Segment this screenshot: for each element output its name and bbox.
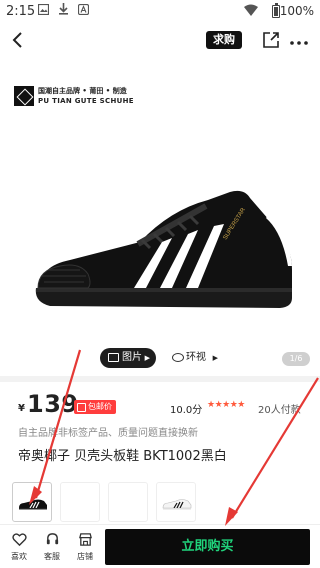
variant-thumb-black[interactable]: [12, 482, 52, 522]
headset-icon: [46, 533, 59, 545]
brand-mark-icon: [14, 86, 34, 106]
rating-score: 10.0分: [170, 405, 203, 416]
product-price: 139: [27, 390, 79, 418]
battery-level: 100%: [279, 4, 314, 18]
currency-symbol: ¥: [18, 403, 25, 414]
more-icon[interactable]: [290, 38, 308, 45]
status-time: 2:15: [6, 4, 36, 19]
buy-now-button[interactable]: 立即购买: [105, 529, 310, 565]
tab-360-view[interactable]: 环视 ▶: [168, 348, 224, 368]
customer-service-button[interactable]: 客服: [39, 529, 65, 565]
rotate-360-icon: [172, 353, 184, 362]
variant-thumb-3[interactable]: [108, 482, 148, 522]
variant-thumb-2[interactable]: [60, 482, 100, 522]
image-counter: 1/6: [282, 352, 310, 366]
download-icon: [58, 3, 69, 19]
price-row: ¥ 139 包邮价 10.0分 ★★★★★ 20人付款: [0, 388, 320, 422]
picture-icon: [108, 353, 119, 362]
rating-stars: ★★★★★: [207, 400, 245, 410]
store-button[interactable]: 店铺: [72, 529, 98, 565]
status-bar: 2:15 100%: [0, 0, 320, 24]
back-icon[interactable]: [10, 32, 26, 48]
top-bar: 求购: [0, 24, 320, 58]
bottom-action-bar: 喜欢 客服 店铺 立即购买: [0, 524, 320, 568]
brand-logo: 国潮自主品牌 • 莆田 • 制造 PU TIAN GUTE SCHUHE: [14, 86, 144, 108]
section-divider: [0, 376, 320, 382]
store-label: 店铺: [77, 552, 93, 561]
tab-photos[interactable]: 图片 ▶: [100, 348, 156, 368]
free-shipping-badge: 包邮价: [74, 400, 116, 414]
store-icon: [79, 533, 92, 546]
photo-icon: [37, 3, 50, 19]
tab-360-label: 环视: [186, 352, 206, 363]
request-to-buy-button[interactable]: 求购: [206, 31, 242, 49]
brand-tagline: 国潮自主品牌 • 莆田 • 制造: [38, 87, 127, 95]
product-image[interactable]: SUPERSTAR: [30, 170, 300, 320]
paid-count: 20人付款: [258, 405, 301, 416]
guarantee-text: 自主品牌非标签产品、质量问题直接换新: [18, 428, 198, 439]
variant-thumb-white[interactable]: [156, 482, 196, 522]
brand-name: PU TIAN GUTE SCHUHE: [38, 97, 134, 105]
favorite-button[interactable]: 喜欢: [6, 529, 32, 565]
tab-photos-label: 图片: [122, 352, 142, 363]
heart-icon: [12, 533, 27, 547]
chevron-right-icon: ▶: [144, 354, 150, 362]
text-icon: [77, 3, 90, 19]
variant-thumbnails: [0, 476, 320, 526]
product-title: 帝奥椰子 贝壳头板鞋 BKT1002黑白: [18, 449, 227, 464]
share-icon[interactable]: [262, 31, 280, 49]
chevron-right-icon: ▶: [212, 354, 218, 362]
wifi-icon: [244, 4, 258, 16]
